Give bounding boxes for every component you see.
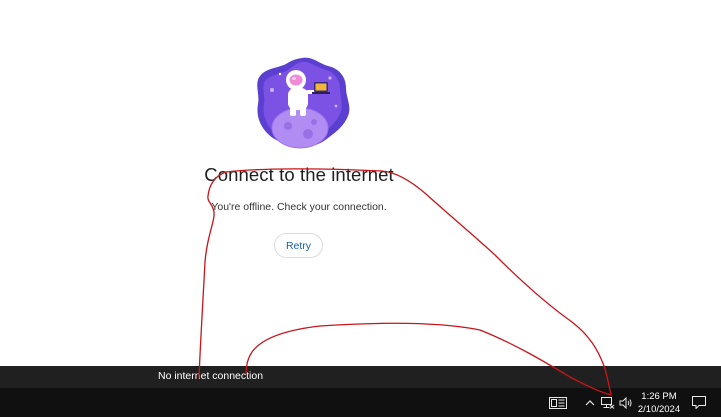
news-widget-icon[interactable]: [546, 388, 570, 417]
notifications-icon[interactable]: [690, 388, 708, 417]
network-status-text: No internet connection: [158, 370, 264, 382]
clock-time: 1:26 PM: [641, 391, 677, 402]
taskbar: 1:26 PM 2/10/2024: [0, 388, 721, 417]
chevron-up-icon[interactable]: [583, 388, 597, 417]
taskbar-clock[interactable]: 1:26 PM 2/10/2024: [636, 390, 682, 416]
network-disconnected-icon[interactable]: [600, 388, 616, 417]
volume-icon[interactable]: [618, 388, 634, 417]
page-title: Connect to the internet: [204, 164, 394, 185]
retry-button[interactable]: Retry: [274, 233, 323, 258]
network-status-banner: No internet connection: [0, 366, 721, 388]
offline-message: You're offline. Check your connection.: [211, 201, 387, 213]
astronaut-offline-illustration: [257, 57, 350, 149]
clock-date: 2/10/2024: [637, 404, 681, 415]
offline-page: Connect to the internet You're offline. …: [0, 0, 721, 417]
